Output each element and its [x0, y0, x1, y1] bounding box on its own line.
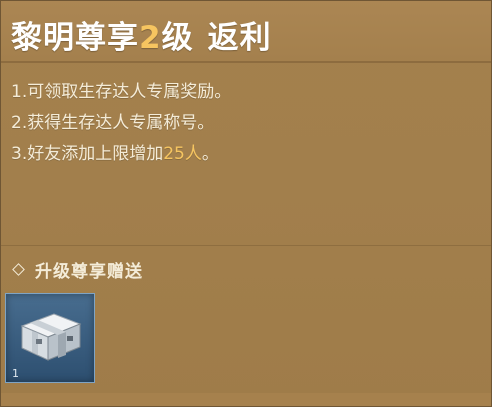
title-prefix: 黎明尊享: [11, 20, 139, 56]
benefits-list: 1.可领取生存达人专属奖励。 2.获得生存达人专属称号。 3.好友添加上限增加2…: [11, 77, 481, 170]
reward-item-slot[interactable]: 1: [5, 293, 95, 383]
reward-item-count: 1: [12, 367, 19, 380]
rebate-panel: 黎明尊享2级 返利 1.可领取生存达人专属奖励。 2.获得生存达人专属称号。 3.…: [0, 0, 492, 407]
gift-section-header: 升级尊享赠送: [12, 257, 143, 282]
panel-title: 黎明尊享2级 返利: [11, 12, 272, 57]
title-level: 2: [139, 20, 162, 56]
section-divider: [1, 245, 491, 246]
gift-section-title: 升级尊享赠送: [35, 262, 143, 282]
benefit-item-2: 2.获得生存达人专属称号。: [11, 113, 215, 133]
supply-crate-icon: [20, 313, 82, 361]
title-suffix: 返利: [207, 20, 272, 56]
title-band: 黎明尊享2级 返利: [1, 1, 491, 61]
benefit-item-1: 1.可领取生存达人专属奖励。: [11, 82, 232, 102]
title-level-unit: 级: [161, 20, 194, 56]
title-divider: [1, 61, 491, 63]
benefit-item-3-highlight: 25人: [163, 144, 202, 164]
benefit-item-3-suffix: 。: [201, 144, 219, 164]
diamond-bullet-icon: [12, 263, 25, 276]
bottom-band: [1, 393, 491, 406]
benefit-item-3-prefix: 3.好友添加上限增加: [11, 144, 164, 164]
benefit-item-3: 3.好友添加上限增加25人。: [11, 139, 481, 170]
